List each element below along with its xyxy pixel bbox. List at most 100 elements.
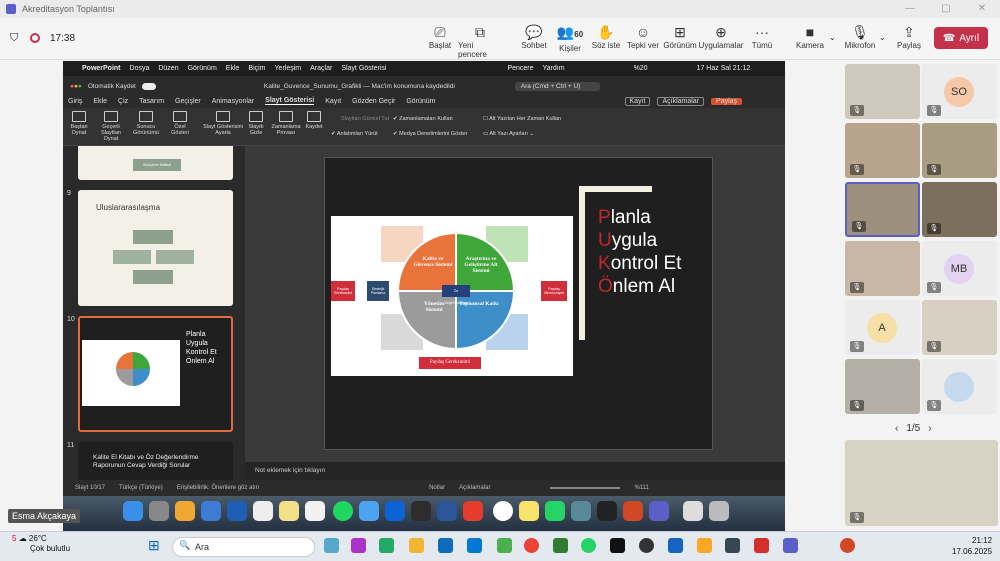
taskbar-search[interactable]: Ara — [172, 537, 315, 557]
new-window-button[interactable]: ⧉ Yeni pencere — [458, 23, 502, 59]
show-media-controls-checkbox[interactable]: ✔ Medya Denetimlerini Göster — [393, 131, 467, 137]
word-icon[interactable] — [437, 501, 457, 521]
mac-menu-yardim[interactable]: Yardım — [543, 65, 565, 72]
app-icon[interactable] — [411, 501, 431, 521]
tab-ekle[interactable]: Ekle — [93, 98, 107, 105]
slide-thumbnails-pane[interactable]: Süreçlerin Kalitesi 9 Uluslararasılaşma … — [63, 146, 245, 480]
tab-giris[interactable]: Giriş — [68, 98, 82, 105]
whatsapp-icon[interactable] — [545, 501, 565, 521]
notes-pane[interactable]: Not eklemek için tıklayın — [245, 462, 785, 480]
participant-tile[interactable]: 🎙 — [845, 241, 920, 296]
start-button[interactable]: ⎚ Başlat — [418, 23, 462, 50]
leave-button[interactable]: ☎ Ayrıl — [934, 27, 988, 49]
mic-button[interactable]: 🎙 Mikrofon — [838, 23, 882, 50]
tab-gozden-gecir[interactable]: Gözden Geçir — [352, 98, 395, 105]
mac-menu-duzen[interactable]: Düzen — [158, 65, 178, 72]
view-button[interactable]: ⊞ Görünüm — [658, 23, 702, 50]
spotify-icon[interactable] — [333, 501, 353, 521]
self-view[interactable]: 🎙 — [845, 440, 998, 526]
mac-menu-bicim[interactable]: Biçim — [248, 65, 265, 72]
use-timings-checkbox[interactable]: ✔ Zamanlamaları Kullan — [393, 116, 453, 122]
taskbar-clock[interactable]: 21:12 17.06.2025 — [952, 535, 992, 557]
windows-start-icon[interactable]: ⊞ — [148, 537, 160, 554]
chrome-icon[interactable] — [493, 501, 513, 521]
accessibility-indicator[interactable]: Erişilebilirlik: Önerilere göz atın — [177, 485, 259, 491]
participant-tile[interactable]: 🎙 — [922, 123, 997, 178]
reminders-icon[interactable] — [253, 501, 273, 521]
tab-gorunum[interactable]: Görünüm — [406, 98, 435, 105]
app-store-icon[interactable] — [385, 501, 405, 521]
file-explorer-icon[interactable] — [409, 538, 424, 553]
participant-tile[interactable]: 🎙 — [845, 359, 920, 414]
powerpoint-taskbar-icon[interactable] — [840, 538, 855, 553]
participant-tile[interactable]: 🎙 — [845, 64, 920, 119]
close-icon[interactable]: ✕ — [964, 0, 1000, 18]
hide-slide-button[interactable]: Slaydı Gizle — [245, 111, 267, 136]
apps-button[interactable]: ⊕ Uygulamalar — [699, 23, 744, 50]
whatsapp-taskbar-icon[interactable] — [581, 538, 596, 553]
record-tab-button[interactable]: Kayıt — [624, 96, 651, 106]
taskbar-app-icon[interactable] — [553, 538, 568, 553]
stickies-icon[interactable] — [519, 501, 539, 521]
chevron-down-icon[interactable]: ⌄ — [879, 33, 886, 42]
slide-thumbnail-8[interactable]: Süreçlerin Kalitesi — [78, 146, 233, 180]
zoom-dot-icon[interactable]: ● — [78, 83, 82, 90]
chatgpt-taskbar-icon[interactable] — [639, 538, 654, 553]
taskbar-app-icon[interactable] — [668, 538, 683, 553]
tab-kayit[interactable]: Kayıt — [325, 98, 341, 105]
taskbar-app-icon[interactable] — [324, 538, 339, 553]
current-slide[interactable]: Kalite ve Güvence Sistemi Araştırma ve G… — [324, 157, 713, 450]
maximize-icon[interactable]: ▢ — [928, 0, 964, 18]
mac-menu-yerlesim[interactable]: Yerleşim — [275, 65, 302, 72]
notes-icon[interactable] — [279, 501, 299, 521]
participant-tile[interactable]: A 🎙 — [845, 300, 920, 355]
slide-thumbnail-11[interactable]: Kalite El Kitabı ve Öz Değerlendirme Rap… — [78, 442, 233, 480]
acrobat-icon[interactable] — [754, 538, 769, 553]
subtitle-settings-button[interactable]: ▭ Alt Yazı Ayarları ⌄ — [483, 131, 534, 137]
play-from-current-button[interactable]: Geçerli Slayttan Oynat — [96, 111, 126, 142]
slide-thumbnail-10[interactable]: Planla Uygula Kontrol Et Önlem Al — [78, 316, 233, 432]
mac-menu-araclar[interactable]: Araçlar — [310, 65, 332, 72]
photos-icon[interactable] — [175, 501, 195, 521]
downloads-icon[interactable] — [683, 501, 703, 521]
ppt-search[interactable]: Ara (Cmd + Ctrl + U) — [514, 82, 601, 91]
tab-gecisler[interactable]: Geçişler — [175, 98, 201, 105]
participant-tile[interactable]: 🎙 — [922, 300, 997, 355]
weather-widget[interactable]: 5 ☁ 26°C Çok bulutlu — [12, 534, 70, 554]
participant-tile[interactable]: SO 🎙 — [922, 64, 997, 119]
share-button[interactable]: ⇪ Paylaş — [887, 23, 931, 50]
outlook-taskbar-icon[interactable] — [438, 538, 453, 553]
taskbar-app-icon[interactable] — [697, 538, 712, 553]
participant-tile[interactable]: 🎙 — [922, 182, 997, 237]
presenter-view-button[interactable]: Sunucu Görünümü — [131, 111, 161, 136]
participant-tile-active-speaker[interactable]: 🎙 — [845, 182, 920, 237]
comments-toggle[interactable]: Açıklamalar — [459, 485, 490, 491]
rehearse-button[interactable]: Zamanlama Provası — [271, 111, 301, 136]
ppt-share-button[interactable]: Paylaş — [711, 97, 743, 105]
finder-icon[interactable] — [123, 501, 143, 521]
autosave-toggle[interactable] — [141, 83, 156, 90]
tab-tasarim[interactable]: Tasarım — [139, 98, 164, 105]
mac-menu-gorunum[interactable]: Görünüm — [188, 65, 217, 72]
mac-menu-ekle[interactable]: Ekle — [226, 65, 240, 72]
mac-menu-dosya[interactable]: Dosya — [130, 65, 150, 72]
taskbar-app-icon[interactable] — [379, 538, 394, 553]
participant-tile[interactable]: 🎙 — [922, 359, 997, 414]
tab-ciz[interactable]: Çiz — [118, 98, 128, 105]
chevron-right-icon[interactable]: › — [928, 423, 931, 434]
camera-button[interactable]: ■ Kamera — [788, 23, 832, 50]
more-button[interactable]: ··· Tümü — [740, 23, 784, 50]
zoom-slider[interactable] — [550, 487, 621, 489]
trash-icon[interactable] — [709, 501, 729, 521]
setup-show-button[interactable]: Slayt Gösterisini Ayarla — [201, 111, 245, 136]
taskbar-app-icon[interactable] — [351, 538, 366, 553]
teams-dock-icon[interactable] — [649, 501, 669, 521]
play-from-start-button[interactable]: Baştan Oynat — [66, 111, 92, 136]
chevron-left-icon[interactable]: ‹ — [895, 423, 898, 434]
chrome-taskbar-icon[interactable] — [524, 538, 539, 553]
language-indicator[interactable]: Türkçe (Türkiye) — [119, 485, 163, 491]
notes-toggle[interactable]: Notlar — [429, 485, 445, 491]
participant-tile[interactable]: 🎙 — [845, 123, 920, 178]
slide-thumbnail-9[interactable]: Uluslararasılaşma — [78, 190, 233, 306]
mail-taskbar-icon[interactable] — [467, 538, 482, 553]
